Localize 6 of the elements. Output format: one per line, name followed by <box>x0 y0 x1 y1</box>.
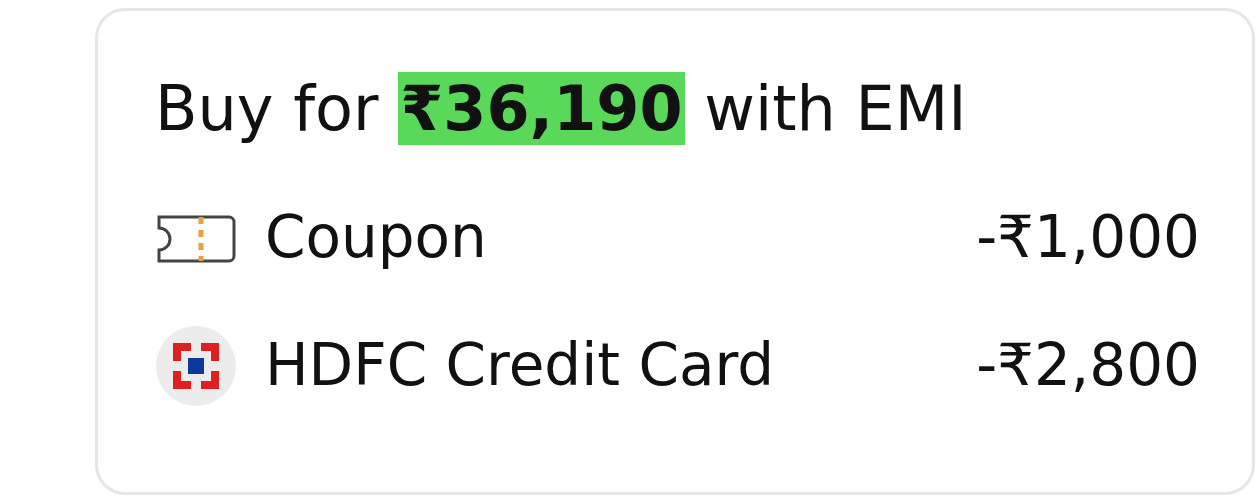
discount-label: HDFC Credit Card <box>265 330 776 402</box>
bank-logo-icon <box>155 324 237 407</box>
discount-label: Coupon <box>265 202 488 274</box>
discount-amount: -₹1,000 <box>976 202 1200 274</box>
discount-amount: -₹2,800 <box>976 330 1200 402</box>
offer-title: Buy for ₹36,190 with EMI <box>155 71 968 147</box>
